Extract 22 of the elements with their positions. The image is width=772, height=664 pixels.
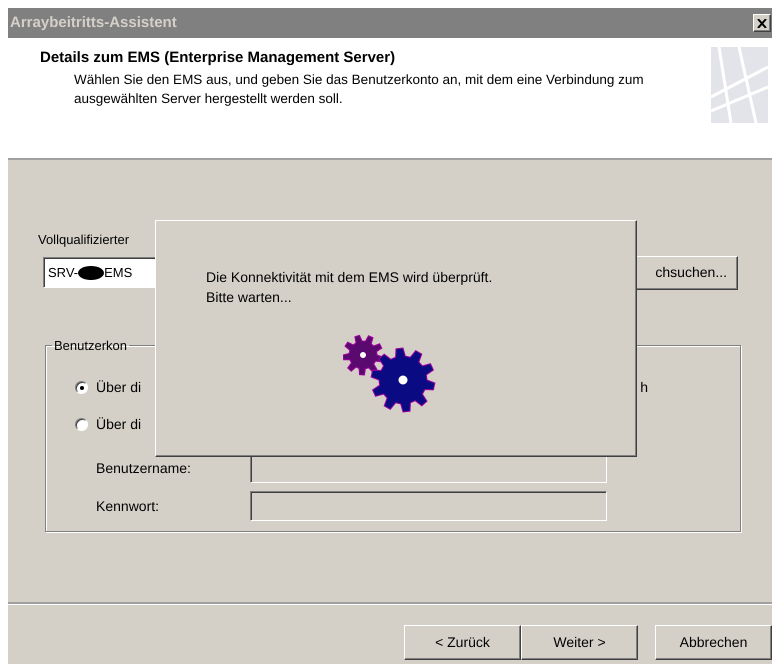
radio-label: Über di	[96, 378, 142, 397]
field-value: EMS	[104, 264, 132, 282]
field-label: Vollqualifizierter	[38, 231, 130, 249]
header-title: Details zum EMS (Enterprise Management Server)	[40, 48, 396, 68]
radio-label: Über di	[96, 415, 142, 434]
window-title: Arraybeitritts-Assistent	[10, 12, 177, 33]
wizard-button[interactable]: Abbrechen	[655, 625, 772, 660]
progress-message: Bitte warten...	[206, 288, 293, 307]
option-text: h	[640, 378, 648, 397]
redaction-mark	[78, 266, 104, 280]
progress-message: Die Konnektivität mit dem EMS wird überprüft.	[206, 268, 494, 287]
field-label: Kennwort:	[96, 496, 160, 516]
close-icon	[757, 18, 767, 28]
wizard-button[interactable]: Weiter >	[521, 625, 638, 660]
close-button[interactable]	[753, 14, 771, 32]
group-legend: Benutzerkon	[52, 336, 129, 355]
wizard-button[interactable]: < Zurück	[404, 625, 521, 660]
field-label: Benutzername:	[96, 458, 192, 478]
radio-button[interactable]	[75, 381, 88, 394]
header-description: Wählen Sie den EMS aus, und geben Sie das Benutzerkonto an, mit dem eine Verbindung zum ausgewählten Server hergestellt werden soll.	[74, 71, 645, 108]
radio-button[interactable]	[75, 418, 88, 431]
field-value: SRV-	[48, 264, 78, 282]
